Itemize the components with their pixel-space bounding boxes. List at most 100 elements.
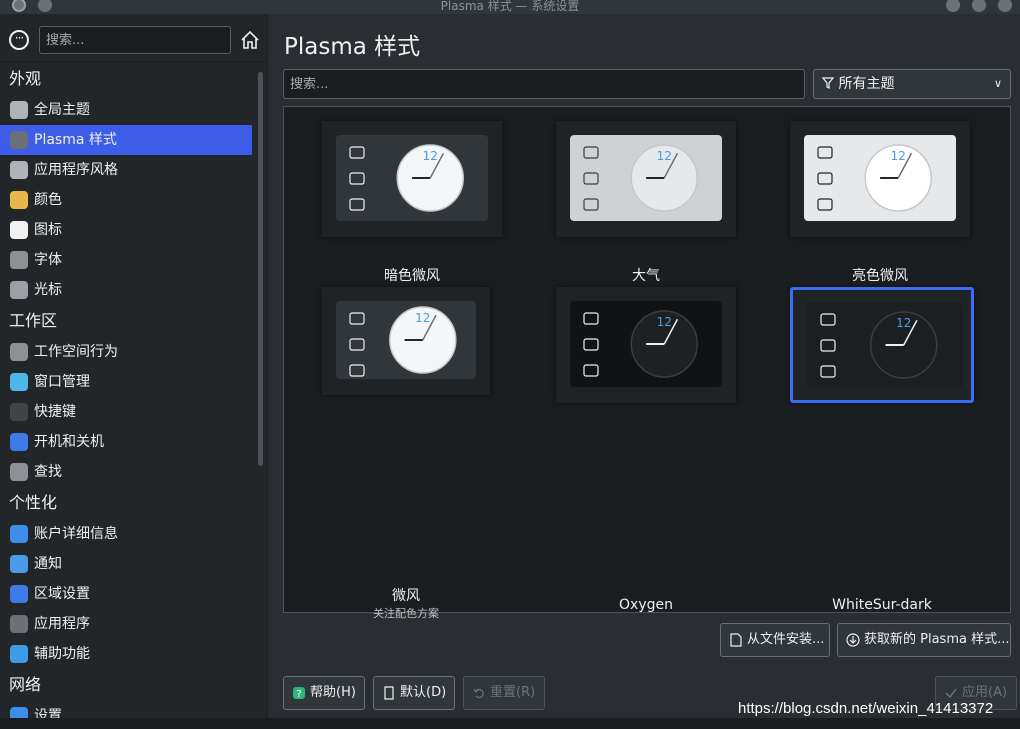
sidebar-item[interactable]: 开机和关机	[0, 427, 252, 457]
user-account-icon	[10, 525, 28, 543]
theme-preview: 12	[556, 287, 736, 403]
checkmark-icon	[945, 688, 957, 699]
sidebar-item[interactable]: 区域设置	[0, 579, 252, 609]
app-style-icon	[10, 161, 28, 179]
sidebar-item-label: 通知	[34, 556, 62, 572]
filter-icon	[821, 77, 835, 89]
sidebar-category: 工作区	[9, 311, 58, 330]
document-icon	[384, 686, 394, 700]
bottom-strip	[0, 718, 1020, 729]
sidebar-item[interactable]: 应用程序	[0, 609, 252, 639]
watermark-text: https://blog.csdn.net/weixin_41413372	[738, 700, 994, 717]
sidebar-item-label: 颜色	[34, 192, 62, 208]
window-management-icon	[10, 373, 28, 391]
sidebar-item[interactable]: 通知	[0, 549, 252, 579]
help-label: 帮助(H)	[310, 685, 356, 700]
theme-preview: 12	[556, 121, 736, 237]
sidebar-item[interactable]: 辅助功能	[0, 639, 252, 669]
sidebar-item[interactable]: 快捷键	[0, 397, 252, 427]
regional-settings-icon	[10, 585, 28, 603]
sidebar-item-label: 工作空间行为	[34, 344, 118, 360]
sidebar-category: 网络	[9, 675, 42, 694]
theme-grid: 12 暗色微风 12 大气 12 亮色微风 12 微风 关注配色方案 12 Oxygen 12 Whit…	[283, 106, 1011, 620]
theme-preview: 12	[322, 121, 502, 237]
sidebar-item-label: 开机和关机	[34, 434, 104, 450]
theme-preview: 12	[322, 287, 490, 395]
page-title: Plasma 样式	[284, 34, 421, 60]
sidebar-item-label: 区域设置	[34, 586, 90, 602]
sidebar-item-label: 光标	[34, 282, 62, 298]
notifications-icon	[10, 555, 28, 573]
theme-name: 亮色微风	[852, 268, 908, 284]
chevron-down-icon: ∨	[993, 77, 1002, 90]
theme-name: WhiteSur-dark	[832, 597, 932, 613]
sidebar-item[interactable]: 光标	[0, 275, 252, 305]
reset-button[interactable]: 重置(R)	[463, 676, 545, 710]
main-panel: Plasma 样式 所有主题 ∨ 12 暗色微风 12 大气 12 亮色微风 12 微风关注配…	[269, 14, 1020, 718]
sidebar-search-input[interactable]	[39, 26, 231, 54]
defaults-button[interactable]: 默认(D)	[373, 676, 455, 710]
sidebar-item-label: 图标	[34, 222, 62, 238]
plasma-style-icon	[10, 131, 28, 149]
sidebar-item-label: 辅助功能	[34, 646, 90, 662]
sidebar-item-label: 快捷键	[34, 404, 76, 420]
file-icon	[730, 633, 742, 647]
colors-icon	[10, 191, 28, 209]
get-new-styles-button[interactable]: 获取新的 Plasma 样式...	[837, 623, 1011, 657]
theme-filter-dropdown[interactable]: 所有主题 ∨	[813, 69, 1011, 99]
defaults-label: 默认(D)	[400, 685, 447, 700]
sidebar-item[interactable]: 应用程序风格	[0, 155, 252, 185]
help-icon: ?	[293, 687, 305, 700]
install-from-file-label: 从文件安装...	[747, 632, 825, 647]
workspace-behavior-icon	[10, 343, 28, 361]
download-icon	[846, 633, 860, 647]
sidebar-header: ···	[0, 14, 268, 62]
theme-name: Oxygen	[619, 597, 673, 613]
sidebar-item-label: 字体	[34, 252, 62, 268]
sidebar-item[interactable]: 颜色	[0, 185, 252, 215]
icons-icon	[10, 221, 28, 239]
theme-preview: 12	[790, 121, 970, 237]
cursor-icon	[10, 281, 28, 299]
sidebar-list: 外观全局主题 Plasma 样式应用程序风格颜色图标字体光标工作区工作空间行为窗口…	[0, 63, 252, 729]
sidebar-item[interactable]: 字体	[0, 245, 252, 275]
sidebar-item[interactable]: 账户详细信息	[0, 519, 252, 549]
sidebar-item[interactable]: 图标	[0, 215, 252, 245]
theme-preview: 12	[790, 287, 974, 403]
sidebar-category: 个性化	[9, 493, 58, 512]
applications-icon	[10, 615, 28, 633]
sidebar-item-label: Plasma 样式	[34, 132, 117, 148]
sidebar-category: 外观	[9, 69, 42, 88]
home-icon[interactable]	[240, 30, 260, 50]
sidebar-item[interactable]: Plasma 样式	[0, 125, 252, 155]
theme-subtitle: 关注配色方案	[373, 607, 439, 620]
sidebar-item[interactable]: 全局主题	[0, 95, 252, 125]
window-title: Plasma 样式 — 系统设置	[440, 0, 580, 13]
global-theme-icon	[10, 101, 28, 119]
clock-number: 12	[415, 311, 430, 325]
hamburger-menu-icon[interactable]: ···	[9, 30, 29, 50]
sidebar-item-label: 查找	[34, 464, 62, 480]
theme-name: 暗色微风	[384, 268, 440, 284]
install-from-file-button[interactable]: 从文件安装...	[720, 623, 830, 657]
sidebar-item-label: 应用程序	[34, 616, 90, 632]
window-titlebar: Plasma 样式 — 系统设置	[0, 0, 1020, 14]
clock-number: 12	[657, 315, 672, 329]
apply-label: 应用(A)	[962, 685, 1008, 700]
help-button[interactable]: ? 帮助(H)	[283, 676, 365, 710]
shortcuts-icon	[10, 403, 28, 421]
theme-search-input[interactable]	[283, 69, 805, 99]
undo-icon	[473, 688, 484, 699]
sidebar-item[interactable]: 工作空间行为	[0, 337, 252, 367]
clock-number: 12	[657, 149, 672, 163]
clock-number: 12	[891, 149, 906, 163]
fonts-icon	[10, 251, 28, 269]
sidebar-item[interactable]: 查找	[0, 457, 252, 487]
sidebar-item-label: 全局主题	[34, 102, 90, 118]
startup-shutdown-icon	[10, 433, 28, 451]
sidebar: ··· 外观全局主题 Plasma 样式应用程序风格颜色图标字体光标工作区工作空间…	[0, 14, 268, 725]
clock-number: 12	[423, 149, 438, 163]
sidebar-item[interactable]: 窗口管理	[0, 367, 252, 397]
sidebar-scrollbar[interactable]	[258, 72, 263, 466]
accessibility-icon	[10, 645, 28, 663]
